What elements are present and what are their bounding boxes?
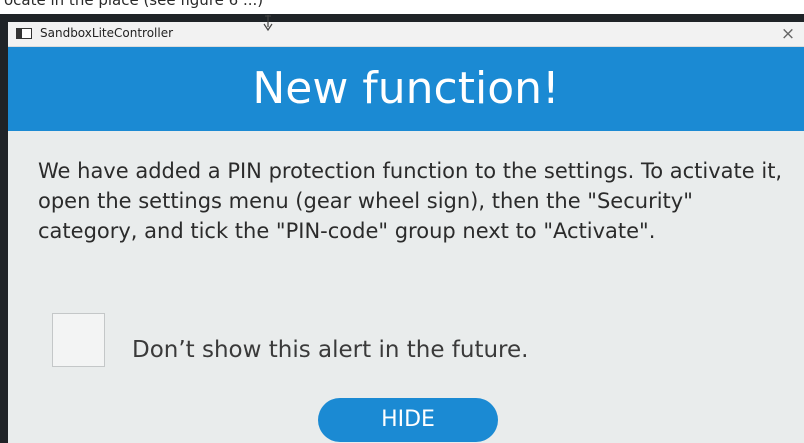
cropped-caption-text: ocate in the place (see figure 6 ...) bbox=[4, 0, 264, 9]
cropped-caption-strip: ocate in the place (see figure 6 ...) bbox=[0, 0, 804, 14]
dont-show-checkbox[interactable] bbox=[52, 313, 105, 367]
dont-show-label[interactable]: Don’t show this alert in the future. bbox=[132, 337, 528, 363]
hide-button[interactable]: HIDE bbox=[318, 398, 498, 442]
photo-screen-area: SandboxLiteController × New function! We… bbox=[0, 14, 804, 443]
dialog-window: SandboxLiteController × New function! We… bbox=[8, 22, 804, 443]
close-icon[interactable]: × bbox=[778, 24, 798, 44]
mouse-cursor-icon bbox=[263, 15, 273, 32]
app-window-icon bbox=[16, 28, 32, 39]
title-bar[interactable]: SandboxLiteController × bbox=[8, 22, 804, 47]
alert-message: We have added a PIN protection function … bbox=[38, 159, 783, 243]
banner: New function! bbox=[8, 47, 804, 131]
window-title: SandboxLiteController bbox=[40, 26, 174, 40]
banner-title: New function! bbox=[252, 63, 560, 114]
